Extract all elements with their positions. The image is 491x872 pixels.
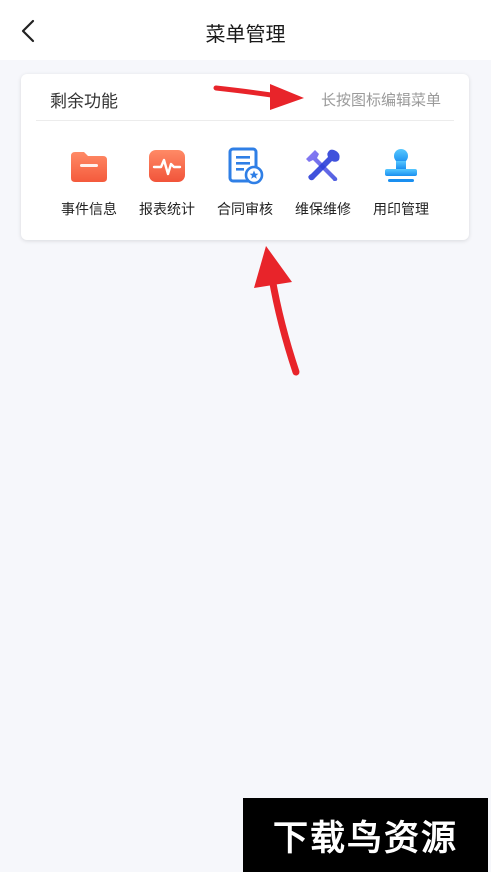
card-title: 剩余功能 bbox=[50, 92, 118, 112]
function-label: 维保维修 bbox=[295, 202, 351, 218]
function-item-maintenance[interactable]: 维保维修 bbox=[283, 146, 363, 226]
function-label: 合同审核 bbox=[217, 202, 273, 218]
contract-review-icon bbox=[228, 147, 264, 185]
edit-hint: 长按图标编辑菜单 bbox=[320, 91, 441, 109]
function-label: 事件信息 bbox=[61, 202, 117, 218]
function-grid: 事件信息 报表统计 合同审核 维保维修 用印管理 bbox=[49, 146, 459, 226]
stamp-icon bbox=[385, 149, 417, 182]
annotation-arrow-hint bbox=[213, 84, 304, 110]
function-item-seal-management[interactable]: 用印管理 bbox=[361, 146, 441, 226]
folder-icon bbox=[71, 152, 107, 182]
function-item-contract-review[interactable]: 合同审核 bbox=[205, 146, 285, 226]
function-label: 用印管理 bbox=[373, 202, 429, 218]
function-label: 报表统计 bbox=[139, 202, 195, 218]
annotation-arrow-functions bbox=[254, 246, 300, 376]
watermark: 下载鸟资源 bbox=[243, 798, 488, 872]
function-item-report-stats[interactable]: 报表统计 bbox=[127, 146, 207, 226]
top-bar: 菜单管理 bbox=[0, 0, 491, 60]
pulse-chart-icon bbox=[149, 150, 185, 182]
page-title: 菜单管理 bbox=[205, 22, 286, 46]
function-item-event-info[interactable]: 事件信息 bbox=[49, 146, 129, 226]
wrench-screwdriver-icon bbox=[306, 149, 340, 181]
divider bbox=[36, 120, 454, 121]
